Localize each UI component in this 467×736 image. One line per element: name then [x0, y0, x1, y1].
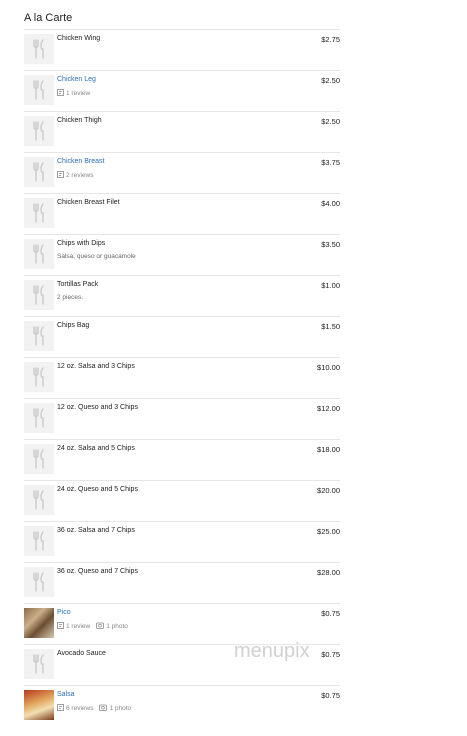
item-name: 36 oz. Salsa and 7 Chips — [57, 527, 135, 534]
item-name: Chicken Breast Filet — [57, 199, 120, 206]
item-price: $20.00 — [317, 486, 340, 495]
section-title: A la Carte — [24, 12, 73, 24]
fork-knife-placeholder-icon — [24, 198, 54, 228]
fork-knife-placeholder-icon — [24, 649, 54, 679]
fork-knife-placeholder-icon — [24, 321, 54, 351]
menu-item-tortillas-pack: Tortillas Pack 2 pieces. $1.00 — [24, 275, 340, 316]
menu-item-chicken-breast-filet: Chicken Breast Filet $4.00 — [24, 193, 340, 234]
menu-item-24-oz-queso-and-5-chips: 24 oz. Queso and 5 Chips $20.00 — [24, 480, 340, 521]
menu-item-chips-with-dips: Chips with Dips Salsa, queso or guacamole… — [24, 234, 340, 275]
fork-knife-placeholder-icon — [24, 444, 54, 474]
menu-item-12-oz-queso-and-3-chips: 12 oz. Queso and 3 Chips $12.00 — [24, 398, 340, 439]
fork-knife-placeholder-icon — [24, 239, 54, 269]
item-meta: 2 reviews — [57, 171, 99, 180]
reviews-count: 1 review — [66, 90, 91, 97]
reviews-link[interactable]: 1 review — [57, 622, 90, 631]
item-price: $1.00 — [321, 281, 340, 290]
item-name: 24 oz. Salsa and 5 Chips — [57, 445, 135, 452]
menu-item-pico[interactable]: Pico 1 review 1 photo $0.75 — [24, 603, 340, 644]
item-price: $4.00 — [321, 199, 340, 208]
review-icon — [57, 622, 64, 631]
item-name: 36 oz. Queso and 7 Chips — [57, 568, 138, 575]
item-photo-thumbnail[interactable] — [24, 608, 54, 638]
fork-knife-placeholder-icon — [24, 567, 54, 597]
item-name: 12 oz. Queso and 3 Chips — [57, 404, 138, 411]
reviews-count: 1 review — [66, 623, 91, 630]
photos-link[interactable]: 1 photo — [96, 622, 128, 631]
photos-count: 1 photo — [109, 705, 132, 712]
item-price: $2.50 — [321, 76, 340, 85]
reviews-link[interactable]: 1 review — [57, 89, 90, 98]
item-name: Chicken Wing — [57, 35, 101, 42]
item-description: Salsa, queso or guacamole — [57, 253, 136, 260]
item-meta: 6 reviews 1 photo — [57, 704, 137, 713]
item-price: $0.75 — [321, 650, 340, 659]
menu-item-salsa[interactable]: Salsa 6 reviews 1 photo $0.75 — [24, 685, 340, 726]
item-price: $10.00 — [317, 363, 340, 372]
item-photo-thumbnail[interactable] — [24, 690, 54, 720]
item-price: $12.00 — [317, 404, 340, 413]
fork-knife-placeholder-icon — [24, 75, 54, 105]
menu-item-36-oz-queso-and-7-chips: 36 oz. Queso and 7 Chips $28.00 — [24, 562, 340, 603]
item-name: 12 oz. Salsa and 3 Chips — [57, 363, 135, 370]
item-price: $3.75 — [321, 158, 340, 167]
fork-knife-placeholder-icon — [24, 157, 54, 187]
reviews-count: 6 reviews — [66, 705, 94, 712]
item-meta: 1 review — [57, 89, 96, 98]
menu-item-chicken-breast[interactable]: Chicken Breast 2 reviews $3.75 — [24, 152, 340, 193]
item-price: $2.50 — [321, 117, 340, 126]
item-name: Chips Bag — [57, 322, 90, 329]
menu-item-24-oz-salsa-and-5-chips: 24 oz. Salsa and 5 Chips $18.00 — [24, 439, 340, 480]
fork-knife-placeholder-icon — [24, 280, 54, 310]
item-name-link[interactable]: Chicken Breast — [57, 158, 104, 165]
item-name: 24 oz. Queso and 5 Chips — [57, 486, 138, 493]
menu-item-36-oz-salsa-and-7-chips: 36 oz. Salsa and 7 Chips $25.00 — [24, 521, 340, 562]
menu-item-12-oz-salsa-and-3-chips: 12 oz. Salsa and 3 Chips $10.00 — [24, 357, 340, 398]
review-icon — [57, 89, 64, 98]
fork-knife-placeholder-icon — [24, 485, 54, 515]
item-meta: 1 review 1 photo — [57, 622, 134, 631]
item-name-link[interactable]: Chicken Leg — [57, 76, 96, 83]
item-name-link[interactable]: Pico — [57, 609, 71, 616]
review-icon — [57, 171, 64, 180]
item-price: $2.75 — [321, 35, 340, 44]
item-description: 2 pieces. — [57, 294, 84, 301]
photos-link[interactable]: 1 photo — [99, 704, 131, 713]
menupix-watermark: menupix — [234, 640, 310, 662]
menu-item-chicken-thigh: Chicken Thigh $2.50 — [24, 111, 340, 152]
fork-knife-placeholder-icon — [24, 526, 54, 556]
reviews-link[interactable]: 2 reviews — [57, 171, 93, 180]
menu-item-chicken-leg[interactable]: Chicken Leg 1 review $2.50 — [24, 70, 340, 111]
item-name: Chicken Thigh — [57, 117, 102, 124]
item-price: $3.50 — [321, 240, 340, 249]
item-price: $0.75 — [321, 691, 340, 700]
item-price: $0.75 — [321, 609, 340, 618]
item-name: Chips with Dips — [57, 240, 106, 247]
menu-item-chicken-wing: Chicken Wing $2.75 — [24, 29, 340, 70]
item-price: $28.00 — [317, 568, 340, 577]
fork-knife-placeholder-icon — [24, 362, 54, 392]
item-price: $1.50 — [321, 322, 340, 331]
item-price: $18.00 — [317, 445, 340, 454]
item-name: Tortillas Pack — [57, 281, 99, 288]
fork-knife-placeholder-icon — [24, 403, 54, 433]
photos-count: 1 photo — [106, 623, 128, 630]
item-name: Avocado Sauce — [57, 650, 106, 657]
reviews-link[interactable]: 6 reviews — [57, 704, 93, 713]
fork-knife-placeholder-icon — [24, 116, 54, 146]
camera-icon — [99, 704, 108, 713]
review-icon — [57, 704, 64, 713]
reviews-count: 2 reviews — [66, 172, 94, 179]
item-price: $25.00 — [317, 527, 340, 536]
camera-icon — [96, 622, 105, 631]
menu-list: Chicken Wing $2.75 Chicken Leg 1 review $2.5… — [24, 29, 340, 726]
menu-item-chips-bag: Chips Bag $1.50 — [24, 316, 340, 357]
fork-knife-placeholder-icon — [24, 34, 54, 64]
item-name-link[interactable]: Salsa — [57, 691, 75, 698]
